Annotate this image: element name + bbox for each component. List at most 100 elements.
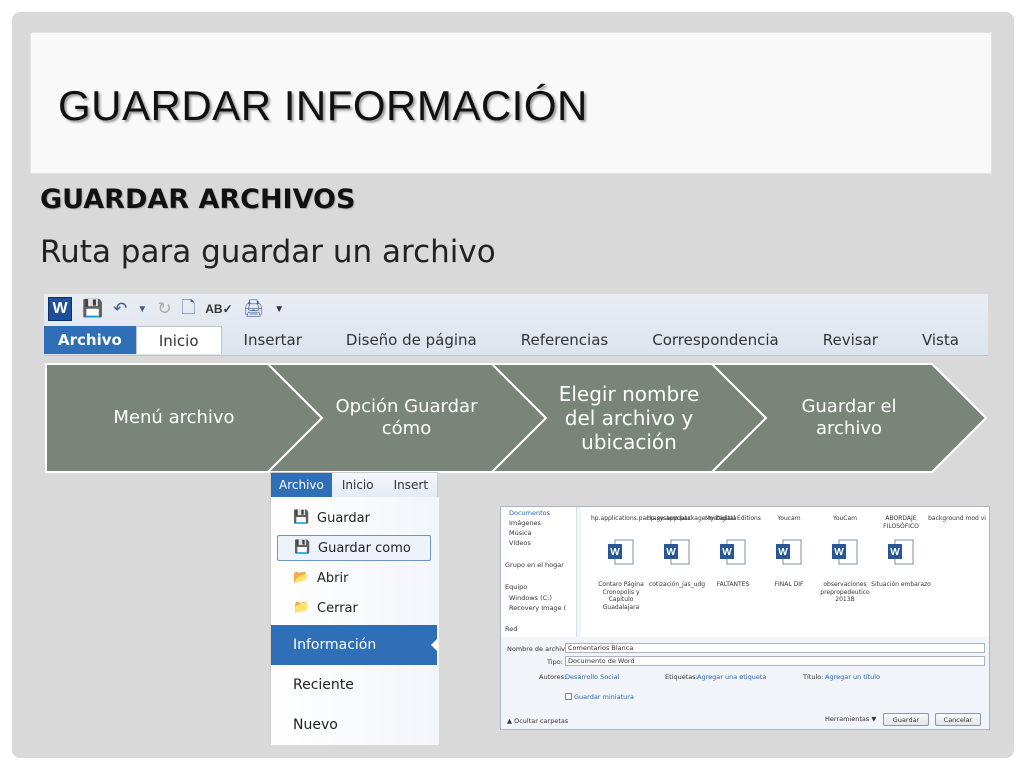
svg-text:W: W: [610, 547, 620, 558]
undo-icon[interactable]: ↶: [113, 299, 127, 319]
menu-item-abrir[interactable]: 📂 Abrir: [277, 565, 431, 591]
word-document-icon: W: [888, 539, 914, 565]
filename-label: Nombre de archivo:: [507, 645, 572, 653]
save-icon: 💾: [293, 510, 310, 525]
tree-item-equipo[interactable]: Equipo: [505, 583, 527, 591]
tree-item-videos[interactable]: Vídeos: [509, 539, 531, 547]
word-document-icon: W: [664, 539, 690, 565]
word-ribbon: W 💾 ↶ ▼ ↻ 🗋 AB✓ 🖨 ▼ Archivo Inicio Inser…: [44, 294, 988, 356]
tab-revisar[interactable]: Revisar: [801, 326, 900, 354]
svg-text:W: W: [722, 547, 732, 558]
file-list: hp.applications.package.appdata hp.syste…: [581, 507, 989, 637]
menu-item-cerrar[interactable]: 📁 Cerrar: [277, 595, 431, 621]
tree-item-musica[interactable]: Música: [509, 529, 531, 537]
title-field-value[interactable]: Agregar un título: [825, 673, 880, 681]
word-document-icon: W: [608, 539, 634, 565]
file-item[interactable]: ABORDAJE FILOSÓFICO: [871, 515, 931, 530]
svg-text:W: W: [890, 547, 900, 558]
word-document-icon: W: [832, 539, 858, 565]
menu-item-label: Cerrar: [317, 600, 358, 616]
cancel-button[interactable]: Cancelar: [935, 713, 981, 726]
menu-item-guardar-como[interactable]: 💾 Guardar como: [277, 535, 431, 561]
new-document-icon[interactable]: 🗋: [182, 295, 196, 324]
svg-text:W: W: [834, 547, 844, 558]
file-item[interactable]: hp.system.package.metadata: [647, 515, 736, 523]
menu-item-label: Guardar como: [318, 540, 411, 556]
tab-correspondencia[interactable]: Correspondencia: [630, 326, 801, 354]
slide-title: GUARDAR INFORMACIÓN: [58, 82, 588, 129]
tree-item-documentos[interactable]: Documentos: [509, 509, 550, 517]
file-item[interactable]: YouCam: [815, 515, 875, 523]
step-label-3: Elegir nombre del archivo y ubicación: [558, 382, 700, 454]
word-file-item[interactable]: cotización_jas_udg: [647, 581, 707, 589]
tags-value[interactable]: Agregar una etiqueta: [697, 673, 766, 681]
menu-item-guardar[interactable]: 💾 Guardar: [277, 505, 431, 531]
ribbon-tabs: Archivo Inicio Insertar Diseño de página…: [44, 326, 988, 354]
step-label-2: Opción Guardar cómo: [335, 396, 478, 439]
word-document-icon: W: [720, 539, 746, 565]
dropdown-icon[interactable]: ▼: [137, 304, 147, 315]
tree-item-grupo-hogar[interactable]: Grupo en el hogar: [505, 561, 564, 569]
tags-label: Etiquetas:: [665, 673, 698, 681]
file-item[interactable]: hp.applications.package.appdata: [591, 515, 691, 523]
step-label-4: Guardar el archivo: [801, 396, 897, 439]
save-as-dialog: Documentos Imágenes Música Vídeos Grupo …: [500, 506, 990, 730]
word-file-item[interactable]: Contaro Página Cronopolis y Capitulo Gua…: [591, 581, 651, 611]
tools-label: Herramientas: [825, 715, 870, 723]
section-heading: GUARDAR ARCHIVOS: [40, 184, 356, 215]
word-file-item[interactable]: Situación embarazo: [871, 581, 931, 589]
spelling-icon[interactable]: AB✓: [205, 302, 232, 316]
redo-icon[interactable]: ↻: [157, 299, 171, 319]
type-select[interactable]: Documento de Word: [565, 656, 985, 666]
process-diagram: Menú archivo Opción Guardar cómo Elegir …: [44, 362, 988, 474]
folder-tree: Documentos Imágenes Música Vídeos Grupo …: [501, 507, 577, 637]
menu-section-reciente[interactable]: Reciente: [271, 665, 437, 705]
word-file-item[interactable]: FINAL DIF: [759, 581, 819, 589]
file-menu-tab-archivo[interactable]: Archivo: [271, 473, 332, 497]
step-label-1: Menú archivo: [113, 407, 235, 429]
print-icon[interactable]: 🖨: [243, 299, 265, 319]
tree-item-imagenes[interactable]: Imágenes: [509, 519, 541, 527]
tree-item-red[interactable]: Red: [505, 625, 517, 633]
tree-item-recovery[interactable]: Recovery Image (: [509, 604, 566, 612]
word-logo-icon[interactable]: W: [48, 297, 72, 321]
authors-value[interactable]: Desarrollo Social: [565, 673, 619, 681]
customize-toolbar-icon[interactable]: ▼: [274, 304, 284, 315]
file-item[interactable]: My Digital Editions: [703, 515, 763, 523]
save-icon[interactable]: 💾: [82, 299, 103, 319]
menu-item-label: Abrir: [317, 570, 349, 586]
thumbnail-checkbox[interactable]: [565, 693, 572, 700]
file-menu-list: 💾 Guardar 💾 Guardar como 📂 Abrir 📁 Cerra…: [271, 497, 439, 745]
menu-section-nuevo[interactable]: Nuevo: [271, 705, 437, 745]
word-file-item[interactable]: FALTANTES: [703, 581, 763, 589]
tab-insertar[interactable]: Insertar: [222, 326, 324, 354]
route-text: Ruta para guardar un archivo: [40, 234, 496, 270]
thumbnail-label: Guardar miniatura: [574, 693, 634, 701]
menu-section-informacion[interactable]: Información: [271, 625, 439, 665]
word-document-icon: W: [776, 539, 802, 565]
tools-menu[interactable]: Herramientas ▼: [825, 715, 876, 723]
hide-folders-button[interactable]: ▲ Ocultar carpetas: [507, 717, 568, 725]
open-folder-icon: 📂: [293, 570, 310, 585]
file-menu-tab-insert[interactable]: Insert: [384, 478, 438, 492]
menu-item-label: Guardar: [317, 510, 370, 526]
tree-item-windows[interactable]: Windows (C:): [509, 594, 552, 602]
tab-archivo[interactable]: Archivo: [44, 326, 136, 354]
svg-text:W: W: [778, 547, 788, 558]
file-menu-tab-inicio[interactable]: Inicio: [332, 478, 384, 492]
title-field-label: Título:: [803, 673, 824, 681]
dialog-fields: Nombre de archivo: Comentarios Blanca Ti…: [501, 639, 989, 731]
hide-folders-label: Ocultar carpetas: [514, 717, 569, 725]
word-file-item[interactable]: observaciones prepropedeutico 2013B: [815, 581, 875, 604]
tab-vista[interactable]: Vista: [900, 326, 981, 354]
save-button[interactable]: Guardar: [883, 713, 929, 726]
tab-referencias[interactable]: Referencias: [499, 326, 630, 354]
file-item[interactable]: background mod vi: [927, 515, 987, 523]
tab-inicio[interactable]: Inicio: [135, 326, 222, 354]
close-folder-icon: 📁: [293, 600, 310, 615]
save-as-icon: 💾: [294, 540, 311, 555]
file-item[interactable]: Youcam: [759, 515, 819, 523]
filename-input[interactable]: Comentarios Blanca: [565, 643, 985, 653]
file-menu-tabs: Archivo Inicio Insert: [271, 473, 437, 497]
tab-diseno-pagina[interactable]: Diseño de página: [324, 326, 499, 354]
